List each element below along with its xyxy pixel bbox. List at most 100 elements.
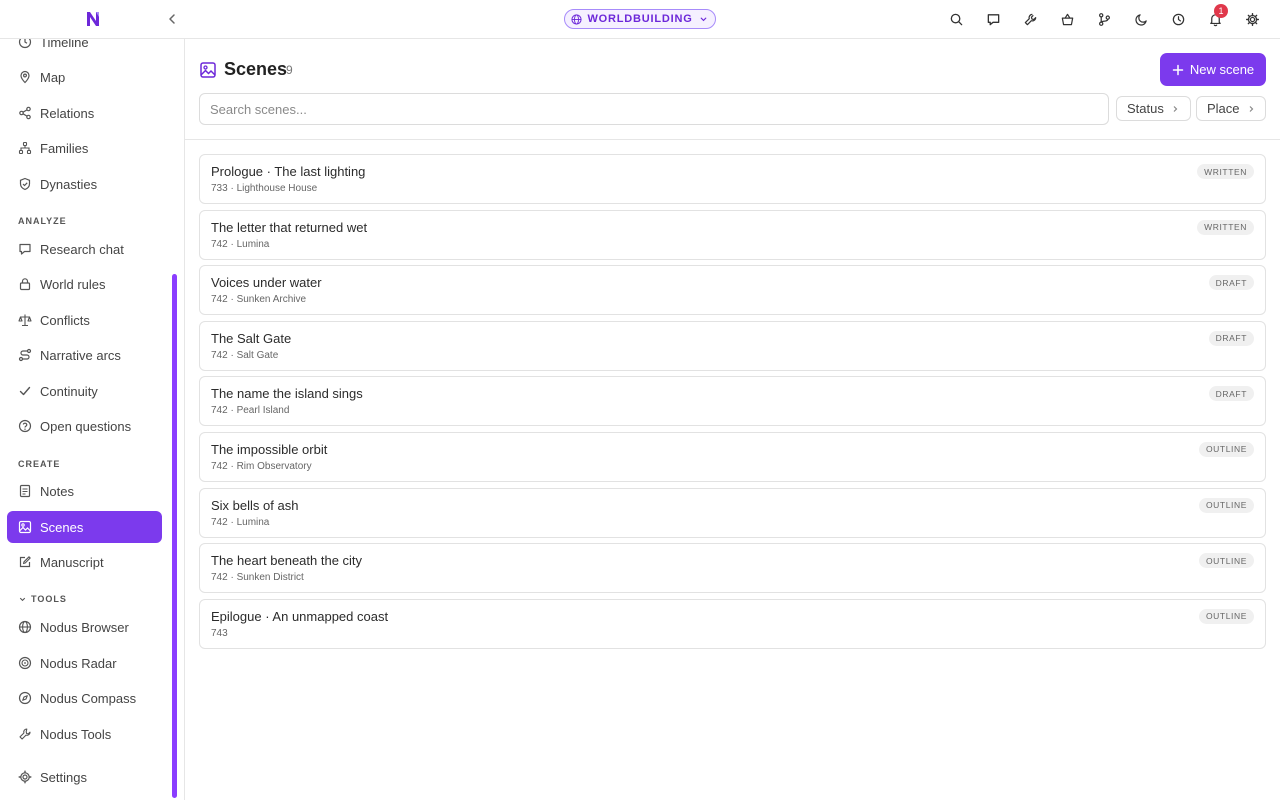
git-branch-icon[interactable]: [1090, 6, 1118, 34]
sidebar-item-scenes[interactable]: Scenes: [7, 511, 162, 543]
sidebar-item-families[interactable]: Families: [7, 132, 162, 164]
scene-card[interactable]: The Salt Gate 742 · Salt Gate DRAFT: [199, 320, 1266, 371]
sidebar-item-nodus-tools[interactable]: Nodus Tools: [7, 718, 162, 750]
sidebar-item-label: Manuscript: [40, 554, 104, 570]
status-badge: OUTLINE: [1198, 608, 1254, 624]
scene-card[interactable]: Prologue · The last lighting 733 · Light…: [199, 154, 1266, 204]
sidebar-item-label: Nodus Browser: [40, 619, 129, 635]
scene-card[interactable]: The name the island sings 742 · Pearl Is…: [199, 376, 1266, 427]
scene-title: The impossible orbit: [211, 441, 328, 457]
page-header: Scenes 9 New scene Status Place: [185, 39, 1280, 140]
lock-icon: [19, 278, 31, 291]
status-badge: OUTLINE: [1198, 553, 1254, 569]
note-icon: [19, 484, 31, 498]
sidebar-item-label: Settings: [40, 769, 87, 785]
route-icon: [18, 348, 32, 362]
scene-meta: 733 · Lighthouse House: [211, 183, 318, 194]
sidebar-item-continuity[interactable]: Continuity: [7, 375, 162, 407]
sidebar-item-label: Dynasties: [40, 176, 98, 192]
scene-title: The letter that returned wet: [211, 219, 368, 235]
scene-card[interactable]: The impossible orbit 742 · Rim Observato…: [199, 431, 1266, 482]
place-filter[interactable]: Place: [1196, 96, 1266, 121]
sidebar-item-nodus-compass[interactable]: Nodus Compass: [7, 682, 162, 714]
status-badge: OUTLINE: [1198, 441, 1254, 457]
scene-card[interactable]: The heart beneath the city 742 · Sunken …: [199, 543, 1266, 594]
search-input[interactable]: [199, 93, 1109, 125]
wrench-icon[interactable]: [1016, 6, 1044, 34]
chat-icon[interactable]: [979, 6, 1007, 34]
mode-switcher[interactable]: WORLDBUILDING: [564, 9, 716, 29]
scene-card[interactable]: Voices under water 742 · Sunken Archive …: [199, 265, 1266, 316]
shield-icon: [19, 177, 31, 191]
sidebar-item-map[interactable]: Map: [7, 61, 162, 93]
scene-meta: 742 · Rim Observatory: [211, 460, 312, 472]
clock-icon[interactable]: [1164, 6, 1192, 34]
sidebar-item-label: World rules: [40, 276, 106, 292]
basket-icon[interactable]: [1053, 6, 1081, 34]
app-logo[interactable]: [84, 10, 102, 28]
sidebar-item-manuscript[interactable]: Manuscript: [7, 546, 162, 578]
status-badge: WRITTEN: [1197, 164, 1254, 179]
map-pin-icon: [20, 70, 30, 84]
main-content: Scenes 9 New scene Status Place Prologue…: [185, 39, 1280, 800]
new-scene-button[interactable]: New scene: [1160, 53, 1266, 86]
mode-label: WORLDBUILDING: [587, 13, 693, 25]
sidebar-item-conflicts[interactable]: Conflicts: [7, 304, 162, 336]
scene-card[interactable]: The letter that returned wet 742 · Lumin…: [199, 209, 1266, 260]
sidebar-item-open-questions[interactable]: Open questions: [7, 410, 162, 442]
sidebar-item-research-chat[interactable]: Research chat: [7, 233, 162, 265]
edit-icon: [19, 556, 31, 568]
scene-meta: 742 · Lumina: [211, 516, 270, 528]
question-icon: [18, 419, 32, 433]
scene-title: Epilogue · An unmapped coast: [211, 608, 389, 624]
tree-icon: [18, 141, 32, 155]
sidebar-item-timeline[interactable]: Timeline: [7, 39, 162, 58]
scene-title: Six bells of ash: [211, 497, 299, 513]
sidebar-item-relations[interactable]: Relations: [7, 97, 162, 129]
scene-title: The Salt Gate: [211, 330, 292, 346]
sidebar-item-nodus-browser[interactable]: Nodus Browser: [7, 611, 162, 643]
sidebar-item-label: Relations: [40, 105, 95, 121]
scene-meta: 742 · Sunken District: [211, 572, 304, 584]
status-badge: WRITTEN: [1197, 219, 1254, 235]
sidebar-item-label: Families: [40, 140, 89, 156]
check-icon: [19, 386, 31, 396]
scene-list: Prologue · The last lighting 733 · Light…: [199, 154, 1266, 654]
moon-icon[interactable]: [1127, 6, 1155, 34]
section-tools[interactable]: TOOLS: [18, 594, 67, 604]
sidebar-item-dynasties[interactable]: Dynasties: [7, 168, 162, 200]
status-badge: DRAFT: [1208, 275, 1254, 291]
sidebar-item-nodus-radar[interactable]: Nodus Radar: [7, 647, 162, 679]
gear-icon[interactable]: [1238, 6, 1266, 34]
globe-icon: [571, 13, 583, 25]
compass-icon: [18, 691, 32, 705]
clock-icon: [18, 39, 32, 49]
sidebar-item-label: Nodus Tools: [40, 726, 112, 742]
sidebar-item-world-rules[interactable]: World rules: [7, 268, 162, 300]
scene-title: The name the island sings: [211, 386, 363, 402]
scene-title: The heart beneath the city: [211, 553, 363, 569]
scene-card[interactable]: Six bells of ash 742 · Lumina OUTLINE: [199, 487, 1266, 538]
sidebar-item-settings[interactable]: Settings: [7, 761, 162, 793]
scene-meta: 742 · Sunken Archive: [211, 294, 307, 306]
status-filter[interactable]: Status: [1116, 96, 1191, 121]
chevron-down-icon: [19, 597, 26, 601]
sidebar-item-label: Research chat: [40, 241, 124, 257]
sidebar-item-label: Continuity: [40, 383, 98, 399]
sidebar-scrollbar[interactable]: [172, 274, 177, 798]
radar-icon: [18, 656, 32, 670]
search-icon[interactable]: [942, 6, 970, 34]
sidebar-item-notes[interactable]: Notes: [7, 475, 162, 507]
scene-count: 9: [286, 63, 293, 77]
sidebar-item-narrative-arcs[interactable]: Narrative arcs: [7, 339, 162, 371]
section-create: CREATE: [18, 459, 61, 469]
collapse-sidebar-icon[interactable]: [164, 11, 180, 27]
sidebar-item-label: Nodus Radar: [40, 655, 117, 671]
scene-meta: 742 · Salt Gate: [211, 349, 279, 361]
share-icon: [19, 106, 31, 120]
scene-card[interactable]: Epilogue · An unmapped coast 743 OUTLINE: [199, 598, 1266, 649]
top-bar: WORLDBUILDING 1: [0, 0, 1280, 39]
image-icon: [199, 61, 217, 79]
scene-title: Prologue · The last lighting: [211, 164, 366, 179]
bell-icon[interactable]: 1: [1201, 3, 1229, 34]
